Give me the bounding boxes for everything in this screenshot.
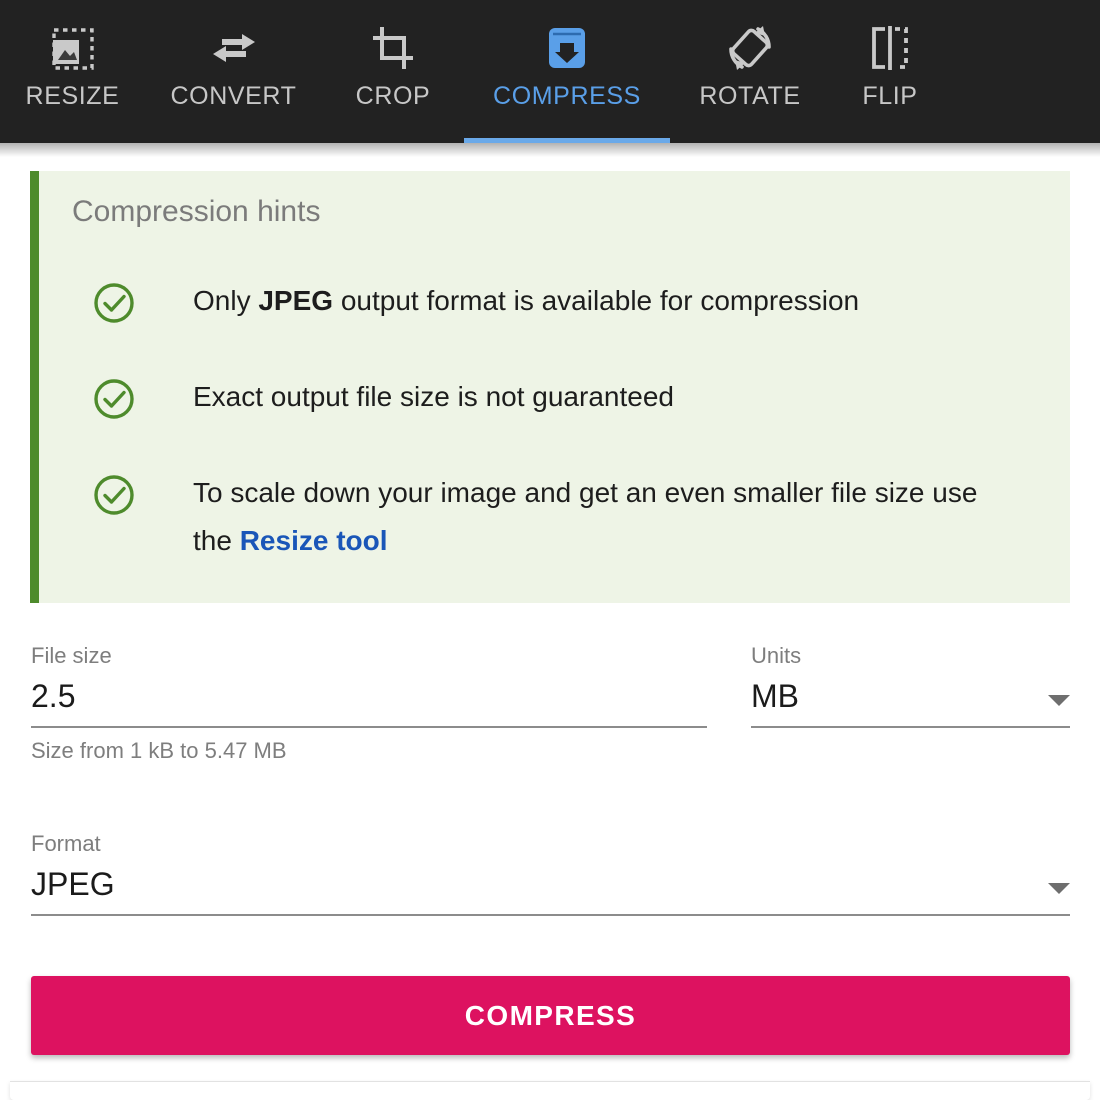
hint-text-post: output format is available for compressi…: [333, 285, 860, 316]
two-arrows-icon: [209, 20, 259, 76]
chevron-down-icon[interactable]: [1048, 695, 1070, 707]
tool-toolbar: RESIZE CONVERT CROP COMPRESS ROTATE FLIP: [0, 0, 1100, 143]
check-circle-icon: [92, 281, 136, 325]
file-size-field: File size 2.5 Size from 1 kB to 5.47 MB: [31, 643, 707, 764]
file-size-label: File size: [31, 643, 112, 668]
file-size-input-wrap[interactable]: 2.5: [31, 669, 707, 729]
tab-crop[interactable]: CROP: [322, 0, 464, 143]
format-select[interactable]: JPEG: [31, 857, 1070, 917]
check-circle-icon: [92, 473, 136, 517]
hint-item: To scale down your image and get an even…: [39, 469, 1070, 565]
chevron-down-icon[interactable]: [1048, 883, 1070, 895]
hint-text: To scale down your image and get an even…: [193, 469, 993, 565]
tab-convert-label: CONVERT: [170, 82, 297, 110]
hint-text: Only JPEG output format is available for…: [193, 277, 859, 325]
image-resize-icon: [50, 20, 96, 76]
format-field: Format JPEG: [31, 831, 1070, 917]
compress-panel: Compression hints Only JPEG output forma…: [0, 143, 1100, 1100]
tab-resize[interactable]: RESIZE: [0, 0, 145, 143]
compression-hints-panel: Compression hints Only JPEG output forma…: [30, 171, 1070, 603]
hint-text-pre: Exact output file size is not guaranteed: [193, 381, 674, 412]
hints-title: Compression hints: [72, 195, 321, 228]
crop-icon: [369, 20, 417, 76]
hint-text-strong: JPEG: [258, 285, 334, 316]
file-size-input[interactable]: 2.5: [31, 669, 75, 726]
flip-horizontal-icon: [869, 20, 911, 76]
hint-item: Exact output file size is not guaranteed: [39, 373, 1070, 421]
tab-convert[interactable]: CONVERT: [145, 0, 322, 143]
tab-resize-label: RESIZE: [25, 82, 120, 110]
hint-item: Only JPEG output format is available for…: [39, 277, 1070, 325]
tab-compress[interactable]: COMPRESS: [464, 0, 670, 143]
tab-flip[interactable]: FLIP: [830, 0, 950, 143]
units-value: MB: [751, 678, 799, 714]
rotate-icon: [725, 20, 775, 76]
tab-rotate-label: ROTATE: [699, 82, 801, 110]
tab-compress-label: COMPRESS: [493, 82, 641, 110]
resize-tool-link[interactable]: Resize tool: [240, 525, 388, 556]
format-label: Format: [31, 831, 101, 856]
tab-rotate[interactable]: ROTATE: [670, 0, 830, 143]
format-value: JPEG: [31, 866, 115, 902]
tab-flip-label: FLIP: [862, 82, 918, 110]
file-size-hint: Size from 1 kB to 5.47 MB: [31, 738, 287, 764]
compress-down-icon: [546, 20, 588, 76]
units-label: Units: [751, 643, 802, 668]
card-bottom-edge: [10, 1081, 1090, 1100]
check-circle-icon: [92, 377, 136, 421]
hint-text-pre: Only: [193, 285, 259, 316]
units-select[interactable]: MB: [751, 669, 1070, 729]
tab-crop-label: CROP: [355, 82, 431, 110]
hint-text: Exact output file size is not guaranteed: [193, 373, 674, 421]
units-field: Units MB: [751, 643, 1070, 729]
compress-button[interactable]: COMPRESS: [31, 976, 1070, 1055]
